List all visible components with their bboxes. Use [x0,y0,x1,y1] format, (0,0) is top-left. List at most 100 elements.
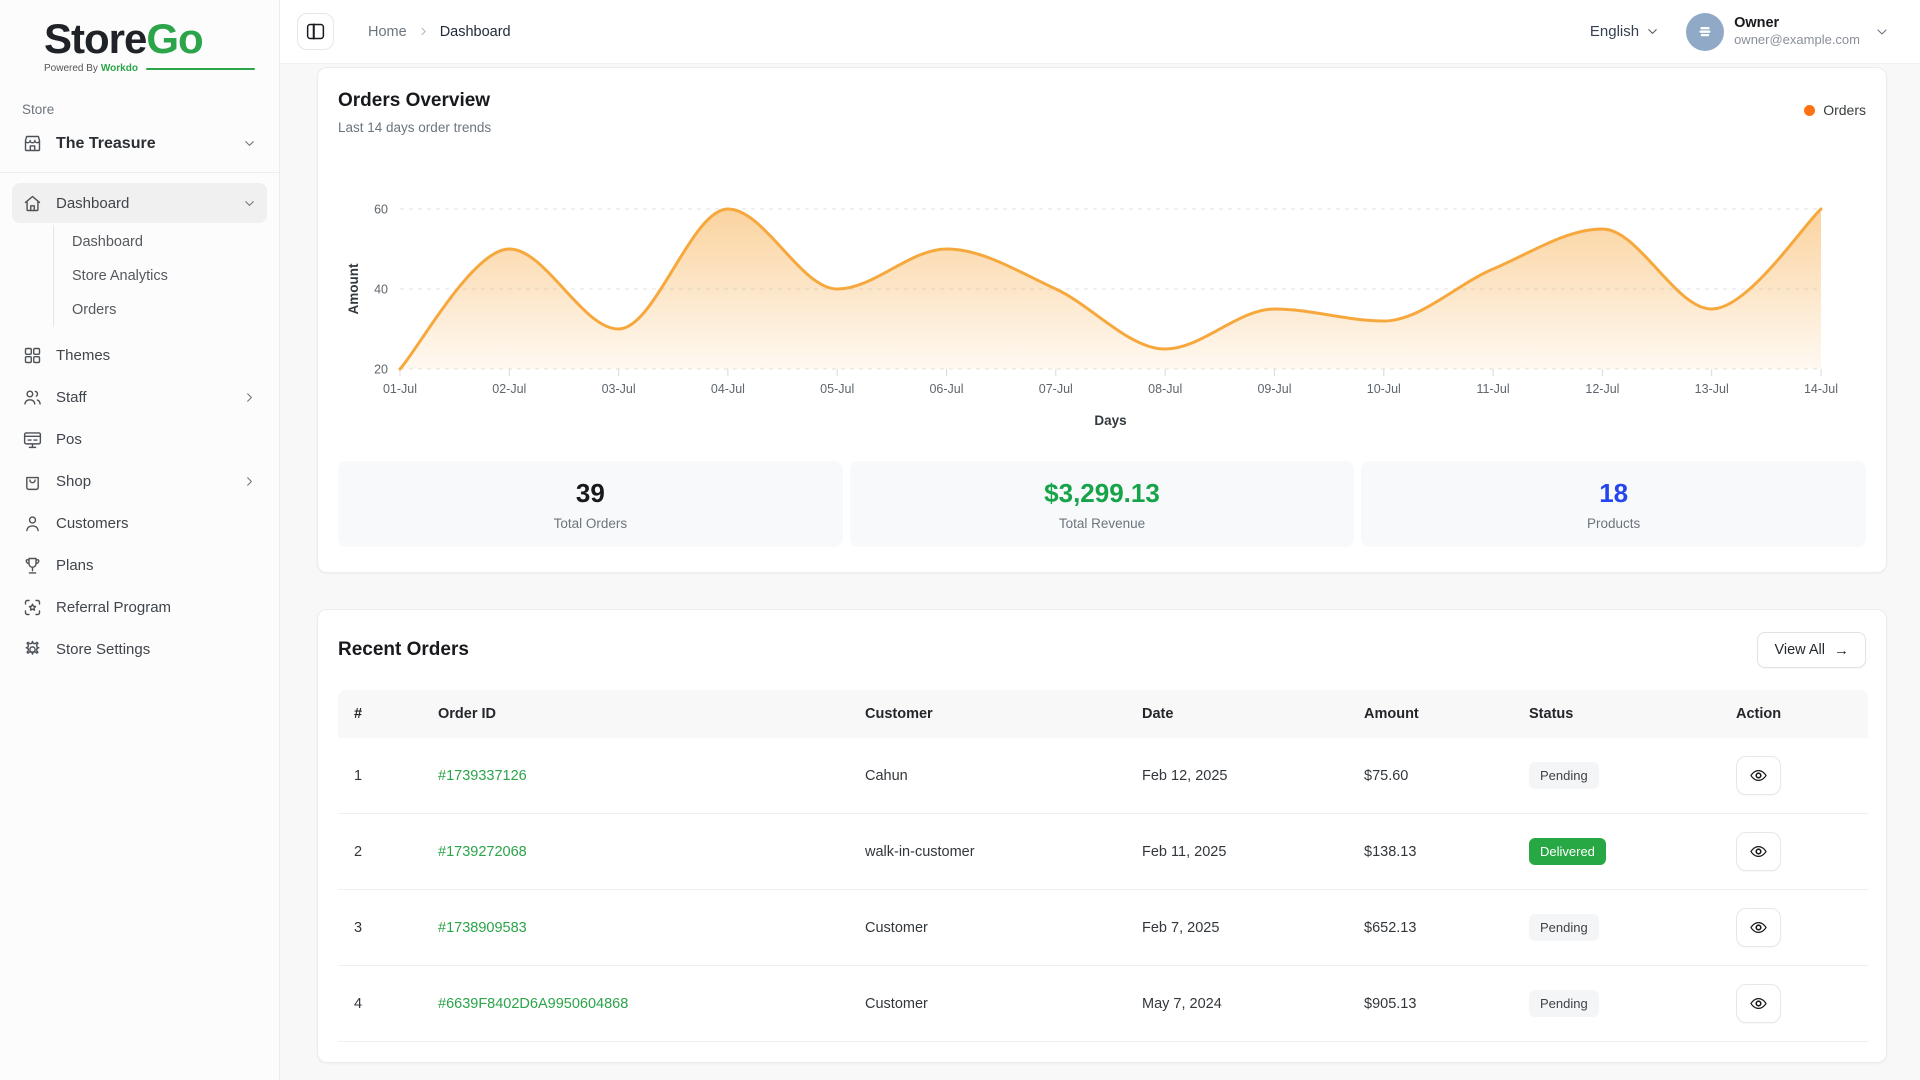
cell-status: Pending [1513,890,1720,966]
sidebar-item-pos[interactable]: Pos [12,419,267,459]
sidebar-item-staff[interactable]: Staff [12,377,267,417]
orders-overview-card: Orders Overview Last 14 days order trend… [317,67,1887,573]
orders-overview-title: Orders Overview [338,90,491,112]
stat-tile-products: 18Products [1361,461,1866,547]
svg-text:08-Jul: 08-Jul [1148,382,1182,396]
view-order-button[interactable] [1736,832,1781,871]
chevron-right-icon [242,390,257,405]
content-area: Orders Overview Last 14 days order trend… [280,64,1920,1080]
powered-brand-label: Workdo [101,63,138,74]
orders-overview-titles: Orders Overview Last 14 days order trend… [338,90,491,135]
table-row: 4#6639F8402D6A9950604868CustomerMay 7, 2… [338,966,1868,1042]
svg-text:20: 20 [374,363,388,377]
cell-num: 3 [338,890,422,966]
eye-icon [1749,994,1768,1013]
table-row: 3#1738909583CustomerFeb 7, 2025$652.13Pe… [338,890,1868,966]
storego-logo[interactable]: StoreGo Powered By Workdo [0,0,279,74]
sidebar-item-dashboard[interactable]: Dashboard [12,183,267,223]
svg-text:07-Jul: 07-Jul [1039,382,1073,396]
chevron-right-icon [417,25,430,38]
svg-text:03-Jul: 03-Jul [602,382,636,396]
sidebar-subitem-orders[interactable]: Orders [54,293,267,327]
sidebar-menu: DashboardDashboardStore AnalyticsOrdersT… [12,183,267,669]
chevron-down-icon [1645,24,1660,39]
eye-icon [1749,918,1768,937]
column-header-customer: Customer [849,690,1126,738]
svg-text:06-Jul: 06-Jul [929,382,963,396]
order-id-link[interactable]: #6639F8402D6A9950604868 [438,996,628,1012]
order-id-link[interactable]: #1739337126 [438,768,527,784]
cell-action [1720,738,1868,814]
language-label: English [1590,23,1639,40]
view-order-button[interactable] [1736,756,1781,795]
recent-orders-card: Recent Orders View All → #Order IDCustom… [317,609,1887,1063]
stat-label: Total Orders [554,516,628,531]
svg-text:40: 40 [374,283,388,297]
stat-value: 18 [1599,478,1628,509]
view-order-button[interactable] [1736,908,1781,947]
home-icon [22,193,43,214]
table-head: #Order IDCustomerDateAmountStatusAction [338,690,1868,738]
orders-area-chart: 60402001-Jul02-Jul03-Jul04-Jul05-Jul06-J… [338,143,1868,435]
avatar[interactable] [1686,13,1724,51]
chevron-down-icon [242,196,257,211]
orders-chart: 60402001-Jul02-Jul03-Jul04-Jul05-Jul06-J… [338,143,1866,435]
sidebar-item-label: Dashboard [56,195,129,212]
view-order-button[interactable] [1736,984,1781,1023]
svg-text:Days: Days [1094,413,1126,428]
users-icon [22,387,43,408]
sidebar-item-label: Themes [56,347,110,364]
sidebar: StoreGo Powered By Workdo Store The Trea… [0,0,280,1080]
order-id-link[interactable]: #1739272068 [438,844,527,860]
column-header-date: Date [1126,690,1348,738]
referral-icon [22,597,43,618]
user-name: Owner [1734,14,1860,32]
svg-text:09-Jul: 09-Jul [1257,382,1291,396]
svg-text:01-Jul: 01-Jul [383,382,417,396]
sidebar-item-plans[interactable]: Plans [12,545,267,585]
topbar-right: English Owner owner@example.com [1590,13,1890,51]
svg-text:13-Jul: 13-Jul [1695,382,1729,396]
powered-by-line: Powered By Workdo [44,63,255,74]
view-all-label: View All [1774,642,1825,658]
sidebar-body: Store The Treasure DashboardDashboardSto… [0,74,279,669]
svg-text:11-Jul: 11-Jul [1477,382,1510,396]
monitor-icon [22,429,43,450]
language-dropdown[interactable]: English [1590,23,1660,40]
sidebar-item-label: Customers [56,515,129,532]
stat-value: 39 [576,478,605,509]
sidebar-item-store-settings[interactable]: Store Settings [12,629,267,669]
cell-num: 1 [338,738,422,814]
recent-orders-title: Recent Orders [338,639,469,661]
order-id-link[interactable]: #1738909583 [438,920,527,936]
cell-date: Feb 7, 2025 [1126,890,1348,966]
sidebar-toggle-button[interactable] [297,13,334,50]
chart-legend[interactable]: Orders [1804,102,1866,118]
column-header-order-id: Order ID [422,690,849,738]
logo-store-part: Store [44,15,146,62]
view-all-button[interactable]: View All → [1757,632,1866,668]
breadcrumb-home-link[interactable]: Home [368,24,407,40]
svg-text:12-Jul: 12-Jul [1585,382,1619,396]
app-root: StoreGo Powered By Workdo Store The Trea… [0,0,1920,1080]
gear-icon [22,639,43,660]
cell-amount: $138.13 [1348,814,1513,890]
sidebar-item-referral-program[interactable]: Referral Program [12,587,267,627]
logo-text: StoreGo [44,16,255,62]
user-email: owner@example.com [1734,32,1860,48]
status-badge: Pending [1529,762,1599,789]
sidebar-subitem-dashboard[interactable]: Dashboard [54,225,267,259]
store-selector[interactable]: The Treasure [12,119,267,168]
user-menu-chevron[interactable] [1874,24,1890,40]
eye-icon [1749,766,1768,785]
svg-text:05-Jul: 05-Jul [820,382,854,396]
sidebar-subitem-store-analytics[interactable]: Store Analytics [54,259,267,293]
sidebar-item-shop[interactable]: Shop [12,461,267,501]
sidebar-item-customers[interactable]: Customers [12,503,267,543]
cell-date: May 7, 2024 [1126,966,1348,1042]
sidebar-item-themes[interactable]: Themes [12,335,267,375]
cell-action [1720,890,1868,966]
powered-by-label: Powered By [44,63,98,74]
status-badge: Pending [1529,914,1599,941]
cell-amount: $652.13 [1348,890,1513,966]
